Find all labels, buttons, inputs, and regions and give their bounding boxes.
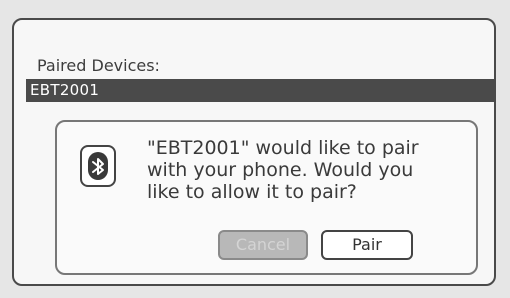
- message-line: like to allow it to pair?: [147, 181, 357, 203]
- pair-button[interactable]: Pair: [321, 230, 413, 260]
- pair-request-message: "EBT2001" would like to pair with your p…: [147, 137, 472, 203]
- bluetooth-symbol: [92, 158, 104, 175]
- paired-devices-label: Paired Devices:: [37, 56, 160, 75]
- bluetooth-icon: [80, 145, 116, 187]
- message-line: with your phone. Would you: [147, 159, 414, 181]
- device-list-item-selected[interactable]: EBT2001: [26, 79, 496, 102]
- cancel-button[interactable]: Cancel: [218, 230, 308, 260]
- message-line: "EBT2001" would like to pair: [147, 137, 419, 159]
- device-name: EBT2001: [30, 81, 100, 99]
